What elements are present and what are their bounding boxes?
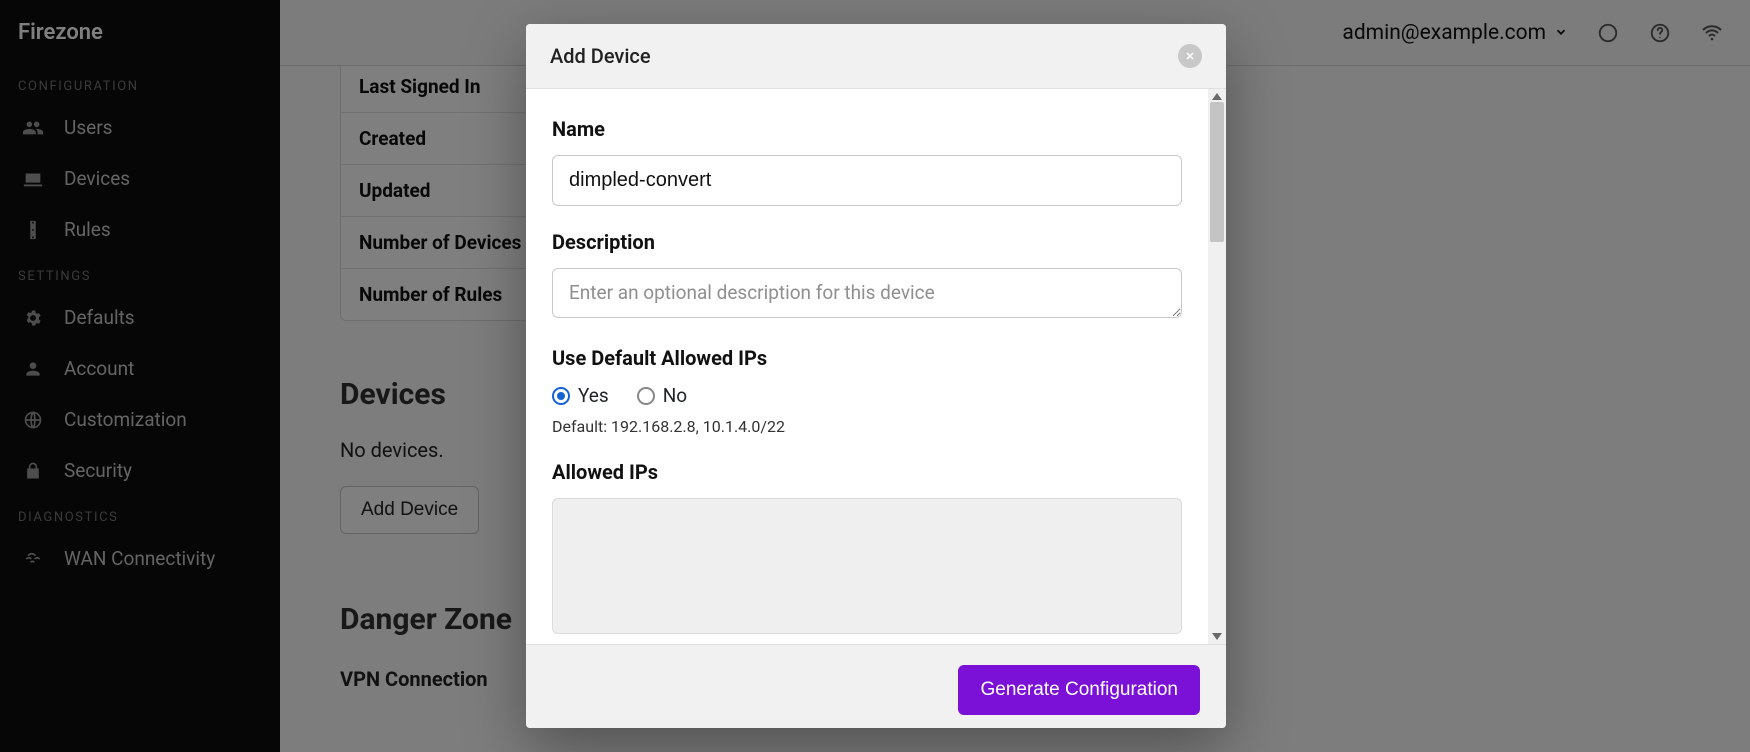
modal-title: Add Device (550, 44, 651, 68)
radio-yes-text: Yes (578, 384, 609, 407)
modal-header: Add Device (526, 24, 1226, 89)
close-icon (1184, 47, 1196, 66)
form-group-default-ips: Use Default Allowed IPs Yes No Default: … (552, 346, 1182, 436)
radio-yes[interactable] (552, 387, 570, 405)
allowed-ips-label: Allowed IPs (552, 460, 1182, 484)
name-label: Name (552, 117, 1182, 141)
device-name-input[interactable] (552, 155, 1182, 206)
form-group-name: Name (552, 117, 1182, 206)
allowed-ips-input[interactable] (552, 498, 1182, 634)
modal-body: Name Description Use Default Allowed IPs… (526, 89, 1208, 644)
add-device-modal: Add Device Name Description Use Default (526, 24, 1226, 728)
scroll-down-arrow-icon[interactable] (1212, 633, 1222, 640)
scroll-thumb[interactable] (1210, 102, 1224, 242)
use-default-ips-label: Use Default Allowed IPs (552, 346, 1182, 370)
radio-no-text: No (663, 384, 687, 407)
device-description-input[interactable] (552, 268, 1182, 318)
modal-scrollbar[interactable] (1208, 89, 1226, 644)
modal-footer: Generate Configuration (526, 644, 1226, 728)
scroll-up-arrow-icon[interactable] (1212, 93, 1222, 100)
app-root: Firezone CONFIGURATION Users Devices Rul… (0, 0, 1750, 752)
description-label: Description (552, 230, 1182, 254)
default-ips-hint: Default: 192.168.2.8, 10.1.4.0/22 (552, 417, 1182, 436)
modal-body-wrap: Name Description Use Default Allowed IPs… (526, 89, 1226, 644)
form-group-description: Description (552, 230, 1182, 322)
generate-configuration-button[interactable]: Generate Configuration (958, 665, 1200, 715)
scroll-track[interactable] (1210, 100, 1224, 633)
modal-close-button[interactable] (1178, 44, 1202, 68)
form-group-allowed-ips: Allowed IPs (552, 460, 1182, 634)
radio-no-label[interactable]: No (637, 384, 687, 407)
radio-yes-label[interactable]: Yes (552, 384, 609, 407)
radio-no[interactable] (637, 387, 655, 405)
radio-row: Yes No (552, 384, 1182, 407)
